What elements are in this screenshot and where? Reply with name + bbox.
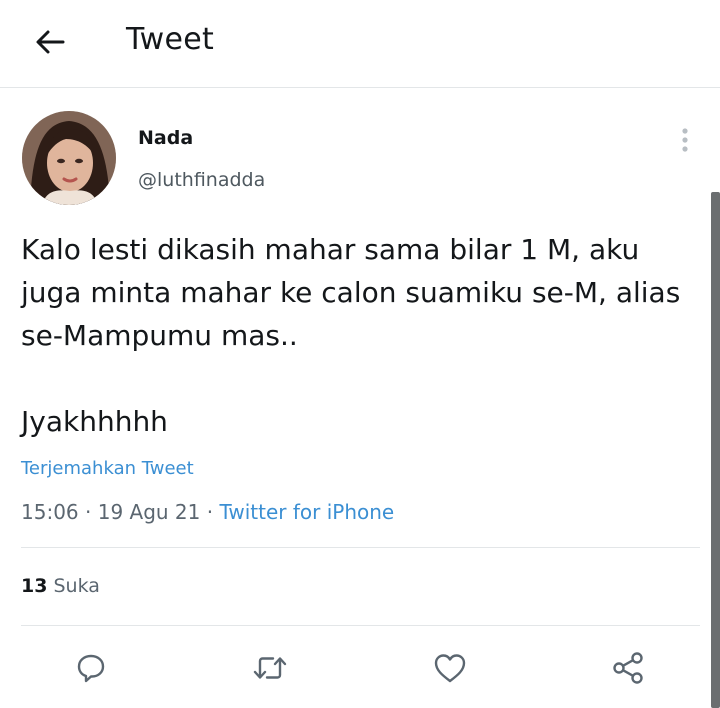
tweet-source-link[interactable]: Twitter for iPhone: [219, 500, 394, 524]
reply-icon: [77, 654, 105, 683]
profile-photo-image: [22, 111, 116, 205]
avatar[interactable]: [22, 111, 116, 205]
share-icon: [613, 652, 643, 684]
more-options-button[interactable]: [672, 124, 698, 156]
share-button[interactable]: [608, 648, 648, 688]
likes-count: 13: [21, 575, 48, 597]
meta-separator: ·: [78, 500, 98, 524]
back-button[interactable]: [30, 24, 70, 60]
likes-label: Suka: [53, 575, 100, 597]
arrow-left-icon: [36, 30, 65, 54]
top-bar: Tweet: [0, 0, 720, 88]
tweet-time: 15:06: [21, 500, 79, 524]
heart-icon: [434, 654, 466, 683]
author-display-name[interactable]: Nada: [138, 127, 193, 149]
tweet-meta: 15:06 · 19 Agu 21 · Twitter for iPhone: [21, 500, 394, 524]
translate-tweet-link[interactable]: Terjemahkan Tweet: [21, 458, 194, 479]
reply-button[interactable]: [71, 648, 111, 688]
retweet-button[interactable]: [250, 648, 290, 688]
divider: [21, 625, 700, 626]
scrollbar[interactable]: [711, 192, 720, 708]
likes-stat[interactable]: 13 Suka: [21, 575, 100, 597]
tweet-date: 19 Agu 21: [97, 500, 201, 524]
retweet-icon: [253, 657, 287, 679]
divider: [21, 547, 700, 548]
tweet-text: Kalo lesti dikasih mahar sama bilar 1 M,…: [21, 233, 681, 438]
meta-separator: ·: [200, 500, 220, 524]
author-handle[interactable]: @luthfinadda: [138, 169, 265, 191]
like-button[interactable]: [430, 648, 470, 688]
more-vertical-icon: [682, 128, 688, 152]
page-title: Tweet: [126, 22, 215, 57]
